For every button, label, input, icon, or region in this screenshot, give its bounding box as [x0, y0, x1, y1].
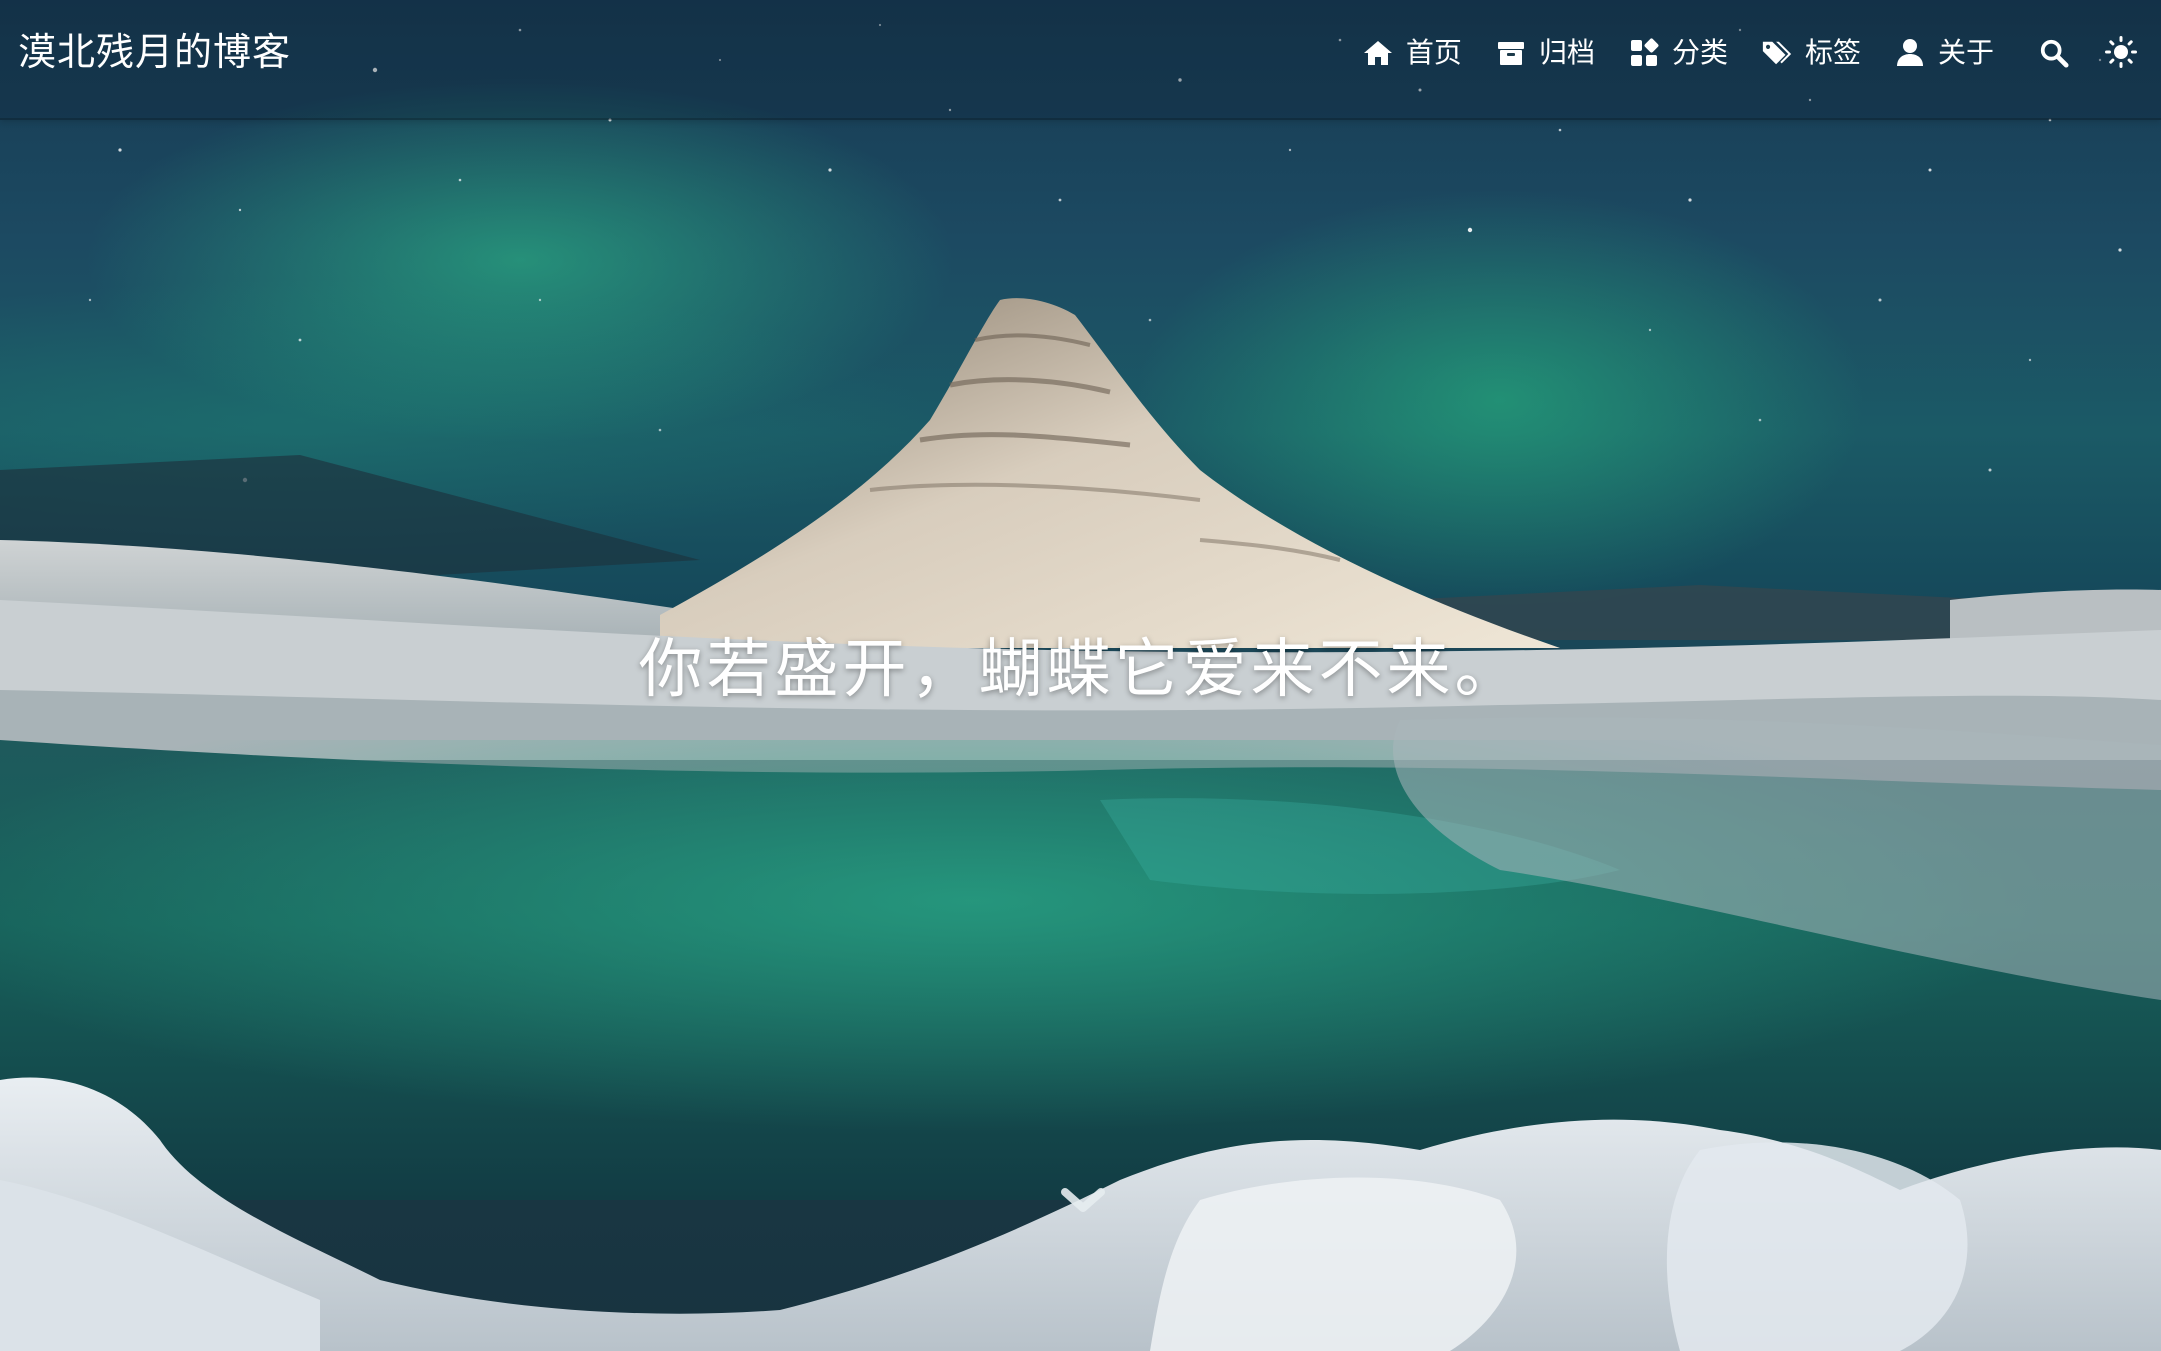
- hero-slogan: 你若盛开，蝴蝶它爱来不来。: [638, 633, 1523, 707]
- nav-item-home[interactable]: 首页: [1362, 30, 1462, 76]
- home-icon: [1362, 37, 1394, 69]
- archive-icon: [1495, 37, 1527, 69]
- top-navbar: 漠北残月的博客 首页 归档 分类 标签 关于: [0, 0, 2161, 120]
- nav-item-label: 首页: [1405, 36, 1462, 69]
- nav-item-categories[interactable]: 分类: [1628, 30, 1728, 76]
- scroll-down-button[interactable]: [1060, 1182, 1106, 1218]
- nav-item-tags[interactable]: 标签: [1761, 30, 1861, 76]
- nav-item-label: 标签: [1804, 36, 1861, 69]
- chevron-down-icon: [1061, 1188, 1105, 1212]
- user-icon: [1894, 37, 1926, 69]
- nav-item-label: 分类: [1671, 36, 1728, 69]
- sun-icon: [2105, 36, 2137, 68]
- nav-item-about[interactable]: 关于: [1894, 30, 1994, 76]
- hero-banner: 漠北残月的博客 首页 归档 分类 标签 关于 你若盛开，蝴蝶它爱来不来。: [0, 0, 2161, 1351]
- nav-item-label: 关于: [1937, 36, 1994, 69]
- nav-item-archive[interactable]: 归档: [1495, 30, 1595, 76]
- nav-menu: 首页 归档 分类 标签 关于: [1329, 30, 2071, 76]
- nav-item-label: 归档: [1538, 36, 1595, 69]
- site-title[interactable]: 漠北残月的博客: [18, 26, 291, 78]
- search-button[interactable]: [2037, 36, 2071, 70]
- category-icon: [1628, 37, 1660, 69]
- search-icon: [2040, 39, 2069, 68]
- theme-toggle-button[interactable]: [2103, 34, 2139, 70]
- tags-icon: [1761, 37, 1793, 69]
